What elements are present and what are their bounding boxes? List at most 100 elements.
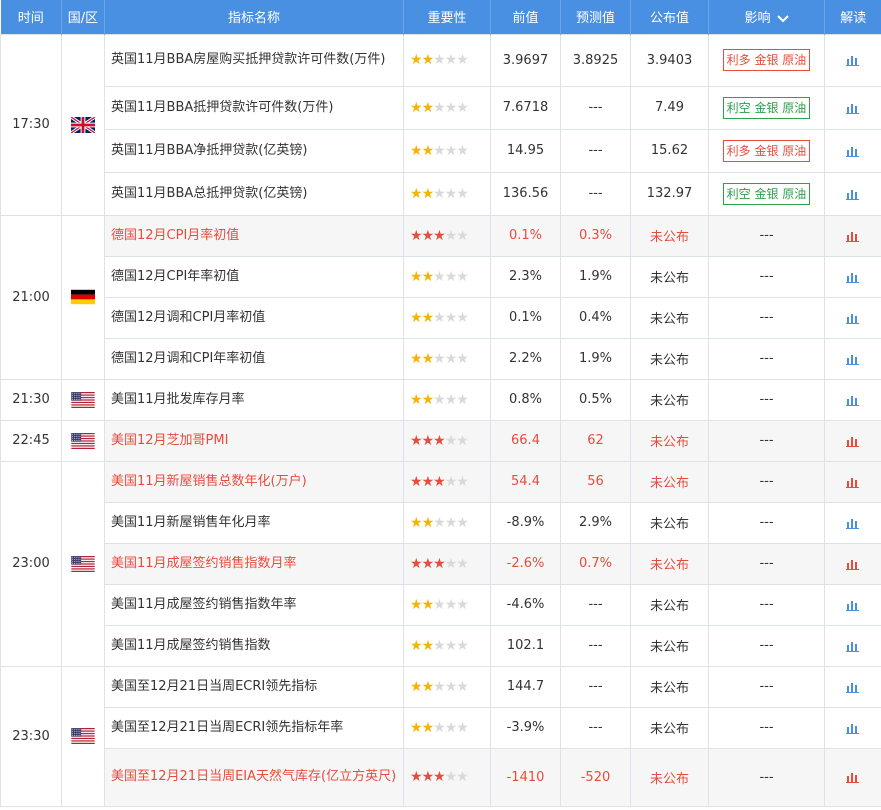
bar-chart-icon[interactable] — [846, 599, 860, 611]
usa-flag-icon — [71, 728, 95, 744]
bar-chart-icon[interactable] — [846, 722, 860, 734]
impact-value: --- — [708, 624, 825, 667]
table-row: 22:45 美国12月芝加哥PMI ★★★★★ 66.4 62 未公布 --- — [0, 419, 881, 462]
indicator-name: 德国12月CPI月率初值 — [104, 214, 404, 257]
previous-value: -8.9% — [490, 501, 561, 544]
previous-value: 14.95 — [490, 128, 561, 173]
star-icon: ★ — [444, 514, 458, 531]
indicator-name: 德国12月调和CPI年率初值 — [104, 337, 404, 380]
star-icon: ★ — [444, 637, 458, 654]
analysis-cell[interactable] — [824, 337, 881, 380]
analysis-cell[interactable] — [824, 419, 881, 462]
star-icon: ★ — [421, 52, 435, 68]
star-icon: ★ — [444, 769, 458, 785]
importance-stars: ★★★★★ — [403, 85, 491, 130]
star-icon: ★ — [421, 268, 435, 285]
star-icon: ★ — [410, 719, 423, 736]
analysis-cell[interactable] — [824, 747, 881, 807]
table-row: 英国11月BBA净抵押贷款(亿英镑) ★★★★★ 14.95 --- 15.62 利多 金… — [1, 128, 881, 173]
bar-chart-icon[interactable] — [846, 102, 860, 114]
bar-chart-icon[interactable] — [846, 558, 860, 570]
previous-value: 136.56 — [490, 171, 561, 216]
event-time: 23:00 — [0, 460, 62, 667]
star-icon: ★ — [421, 596, 435, 613]
table-row: 美国至12月21日当周ECRI领先指标年率 ★★★★★ -3.9% --- 未公布 --- — [1, 706, 881, 749]
bar-chart-icon[interactable] — [846, 353, 860, 365]
table-row: 17:30 英国11月BBA房屋购买抵押贷款许可件数(万件) ★★★★★ 3.9697… — [0, 33, 881, 216]
bar-chart-icon[interactable] — [846, 640, 860, 652]
star-icon: ★ — [456, 99, 469, 116]
usa-flag-icon — [71, 432, 95, 449]
star-icon: ★ — [421, 719, 435, 736]
bar-chart-icon[interactable] — [846, 188, 860, 200]
analysis-cell[interactable] — [824, 583, 881, 626]
chevron-down-icon[interactable] — [776, 15, 789, 23]
star-icon: ★ — [410, 391, 423, 408]
star-icon: ★ — [433, 514, 446, 531]
impact-value: --- — [708, 460, 825, 503]
analysis-cell[interactable] — [824, 665, 881, 708]
star-icon: ★ — [421, 432, 435, 449]
bar-chart-icon[interactable] — [846, 312, 860, 324]
impact-value: --- — [708, 255, 825, 298]
star-icon: ★ — [421, 678, 435, 695]
bar-chart-icon[interactable] — [846, 145, 860, 157]
bar-chart-icon[interactable] — [846, 517, 860, 529]
importance-stars: ★★★★★ — [403, 747, 491, 807]
usa-flag-icon — [71, 555, 95, 572]
analysis-cell[interactable] — [824, 85, 881, 130]
table-row: 德国12月调和CPI年率初值 ★★★★★ 2.2% 1.9% 未公布 --- — [1, 337, 881, 380]
forecast-value: --- — [560, 128, 631, 173]
star-icon: ★ — [410, 596, 423, 613]
indicator-name: 美国11月新屋销售年化月率 — [104, 501, 404, 544]
impact-badge: 利空 金银 原油 — [722, 182, 811, 205]
bar-chart-icon[interactable] — [846, 230, 860, 242]
forecast-value: 0.3% — [560, 214, 631, 257]
event-time: 21:30 — [0, 378, 62, 421]
analysis-cell[interactable] — [824, 542, 881, 585]
header-impact[interactable]: 影响 — [708, 0, 825, 34]
analysis-cell[interactable] — [824, 501, 881, 544]
star-icon: ★ — [456, 769, 469, 785]
table-row: 美国11月成屋签约销售指数年率 ★★★★★ -4.6% --- 未公布 --- — [1, 583, 881, 626]
bar-chart-icon[interactable] — [846, 681, 860, 693]
previous-value: 7.6718 — [490, 85, 561, 130]
analysis-cell[interactable] — [824, 624, 881, 667]
bar-chart-icon[interactable] — [846, 771, 860, 783]
indicator-name: 美国11月成屋签约销售指数月率 — [104, 542, 404, 585]
actual-value: 7.49 — [630, 85, 709, 130]
importance-stars: ★★★★★ — [403, 378, 491, 421]
importance-stars: ★★★★★ — [403, 255, 491, 298]
star-icon: ★ — [410, 52, 423, 68]
forecast-value: -520 — [560, 747, 631, 807]
analysis-cell[interactable] — [824, 460, 881, 503]
star-icon: ★ — [421, 350, 435, 367]
analysis-cell[interactable] — [824, 171, 881, 216]
analysis-cell[interactable] — [824, 296, 881, 339]
analysis-cell[interactable] — [824, 128, 881, 173]
previous-value: 0.8% — [490, 378, 561, 421]
analysis-cell[interactable] — [824, 214, 881, 257]
bar-chart-icon[interactable] — [846, 54, 860, 66]
importance-stars: ★★★★★ — [403, 665, 491, 708]
bar-chart-icon[interactable] — [846, 435, 860, 447]
star-icon: ★ — [410, 555, 423, 572]
forecast-value: --- — [560, 706, 631, 749]
star-icon: ★ — [444, 185, 458, 202]
impact-value: --- — [708, 542, 825, 585]
event-time: 17:30 — [0, 33, 62, 216]
actual-value: 未公布 — [630, 583, 709, 626]
analysis-cell[interactable] — [824, 378, 881, 421]
star-icon: ★ — [410, 350, 423, 367]
analysis-cell[interactable] — [824, 33, 881, 87]
star-icon: ★ — [410, 432, 423, 449]
impact-badge: 利多 金银 原油 — [722, 139, 811, 162]
bar-chart-icon[interactable] — [846, 394, 860, 406]
bar-chart-icon[interactable] — [846, 476, 860, 488]
analysis-cell[interactable] — [824, 706, 881, 749]
importance-stars: ★★★★★ — [403, 542, 491, 585]
analysis-cell[interactable] — [824, 255, 881, 298]
actual-value: 3.9403 — [630, 33, 709, 87]
header-region: 国/区 — [61, 0, 105, 34]
bar-chart-icon[interactable] — [846, 271, 860, 283]
